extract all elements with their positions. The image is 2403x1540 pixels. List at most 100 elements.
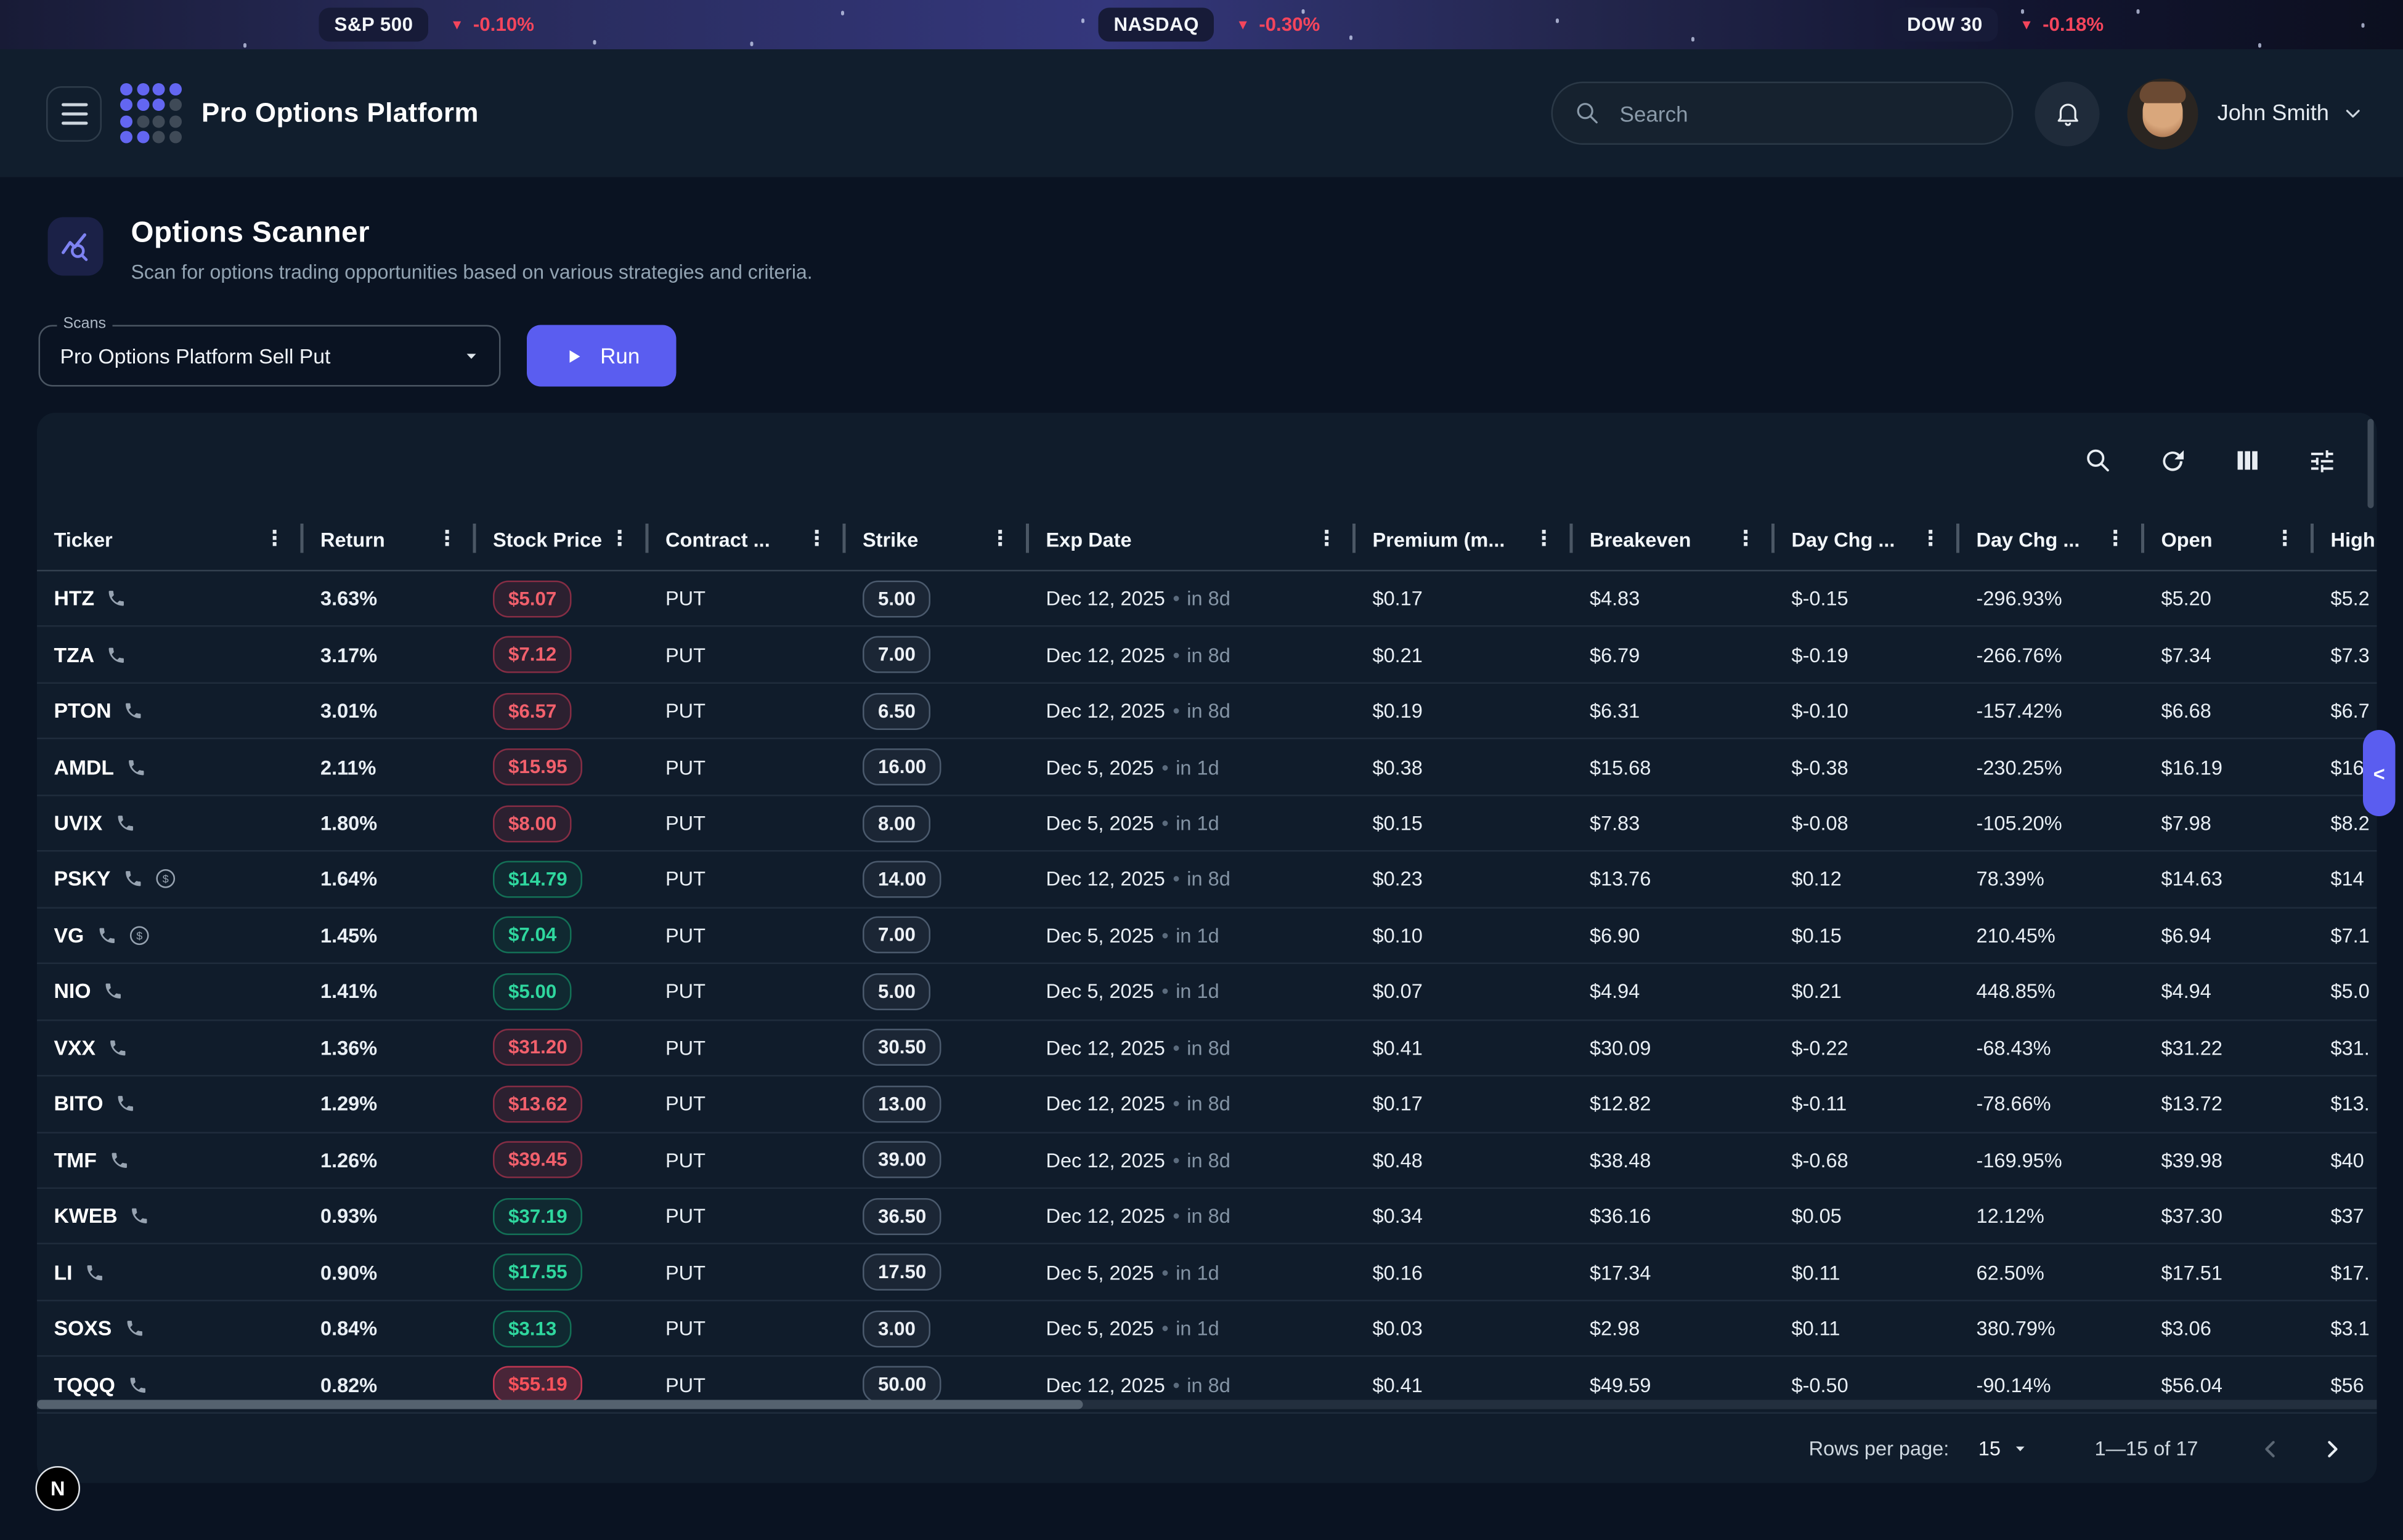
table-row[interactable]: KWEB $ 0.93% $37.19 PUT 36.50 Dec 12, 20… (37, 1189, 2377, 1245)
table-search-button[interactable] (2084, 447, 2112, 474)
results-table-card: Ticker⋮ Return⋮ Stock Price⋮ Contract ..… (37, 413, 2377, 1483)
premium-value: $0.07 (1373, 980, 1423, 1003)
table-row[interactable]: TZA $ 3.17% $7.12 PUT 7.00 Dec 12, 2025i… (37, 628, 2377, 684)
rows-per-page-value: 15 (1978, 1437, 2001, 1461)
phone-icon[interactable] (130, 1206, 150, 1226)
day-chg-cell: $0.05 (1775, 1189, 1959, 1244)
column-header-day-chg[interactable]: Day Chg ...⋮ (1775, 508, 1959, 570)
column-header-open[interactable]: Open⋮ (2144, 508, 2314, 570)
table-row[interactable]: UVIX $ 1.80% $8.00 PUT 8.00 Dec 5, 2025i… (37, 796, 2377, 852)
scans-select[interactable]: Scans Pro Options Platform Sell Put (39, 325, 501, 387)
table-row[interactable]: NIO $ 1.41% $5.00 PUT 5.00 Dec 5, 2025in… (37, 964, 2377, 1020)
table-row[interactable]: AMDL $ 2.11% $15.95 PUT 16.00 Dec 5, 202… (37, 740, 2377, 796)
table-refresh-button[interactable] (2158, 446, 2188, 476)
search-icon (1575, 100, 1601, 127)
phone-icon[interactable] (104, 981, 124, 1002)
phone-icon[interactable] (107, 589, 127, 609)
index-label: S&P 500 (319, 8, 429, 42)
table-row[interactable]: BITO $ 1.29% $13.62 PUT 13.00 Dec 12, 20… (37, 1077, 2377, 1133)
stock-price-pill: $14.79 (493, 861, 583, 898)
phone-icon[interactable] (108, 1038, 128, 1058)
phone-icon[interactable] (123, 869, 143, 890)
table-columns-button[interactable] (2234, 447, 2261, 474)
column-menu-icon[interactable]: ⋮ (437, 529, 458, 549)
contract-type: PUT (665, 699, 705, 723)
phone-icon[interactable] (128, 1374, 148, 1395)
table-row[interactable]: SOXS $ 0.84% $3.13 PUT 3.00 Dec 5, 2025i… (37, 1301, 2377, 1357)
open-cell: $7.98 (2144, 796, 2314, 851)
dollar-circle-icon[interactable]: $ (127, 924, 150, 947)
table-row[interactable]: LI $ 0.90% $17.55 PUT 17.50 Dec 5, 2025i… (37, 1245, 2377, 1301)
ticker-cell: PSKY $ (37, 852, 304, 907)
phone-icon[interactable] (96, 925, 116, 946)
table-filter-button[interactable] (2307, 446, 2337, 476)
phone-icon[interactable] (85, 1262, 105, 1283)
vertical-scrollbar-thumb[interactable] (2368, 419, 2374, 508)
breakeven-cell: $2.98 (1573, 1301, 1775, 1356)
table-row[interactable]: VXX $ 1.36% $31.20 PUT 30.50 Dec 12, 202… (37, 1021, 2377, 1077)
exp-relative: in 1d (1161, 1261, 1219, 1284)
column-header-strike[interactable]: Strike⋮ (846, 508, 1030, 570)
premium-value: $0.21 (1373, 643, 1423, 667)
table-row[interactable]: PSKY $ 1.64% $14.79 PUT 14.00 Dec 12, 20… (37, 852, 2377, 908)
dollar-circle-icon[interactable]: $ (153, 868, 177, 891)
table-row[interactable]: TMF $ 1.26% $39.45 PUT 39.00 Dec 12, 202… (37, 1133, 2377, 1189)
day-chg-value: $0.15 (1792, 924, 1842, 947)
column-menu-icon[interactable]: ⋮ (807, 529, 827, 549)
column-menu-icon[interactable]: ⋮ (2105, 529, 2126, 549)
table-row[interactable]: HTZ $ 3.63% $5.07 PUT 5.00 Dec 12, 2025i… (37, 572, 2377, 628)
column-menu-icon[interactable]: ⋮ (1316, 529, 1337, 549)
search-input[interactable] (1617, 99, 1962, 127)
high-value: $14 (2331, 868, 2364, 891)
run-button[interactable]: Run (527, 325, 677, 387)
table-row[interactable]: VG $ 1.45% $7.04 PUT 7.00 Dec 5, 2025in … (37, 908, 2377, 964)
column-header-exp-date[interactable]: Exp Date⋮ (1029, 508, 1356, 570)
phone-icon[interactable] (124, 701, 144, 721)
column-menu-icon[interactable]: ⋮ (1920, 529, 1941, 549)
return-cell: 3.17% (304, 628, 476, 683)
notifications-button[interactable] (2036, 81, 2100, 145)
contract-type: PUT (665, 924, 705, 947)
horizontal-scrollbar-track[interactable] (37, 1399, 2377, 1409)
column-menu-icon[interactable]: ⋮ (609, 529, 630, 549)
hamburger-menu-button[interactable] (46, 86, 102, 141)
horizontal-scrollbar-thumb[interactable] (37, 1399, 1083, 1409)
premium-cell: $0.19 (1356, 684, 1573, 739)
phone-icon[interactable] (107, 645, 127, 665)
collapse-panel-handle[interactable]: < (2363, 730, 2396, 816)
previous-page-button[interactable] (2257, 1435, 2285, 1462)
user-menu[interactable]: John Smith (2218, 101, 2365, 126)
exp-date: Dec 12, 2025 (1046, 1373, 1165, 1396)
column-header-breakeven[interactable]: Breakeven⋮ (1573, 508, 1775, 570)
table-row[interactable]: PTON $ 3.01% $6.57 PUT 6.50 Dec 12, 2025… (37, 684, 2377, 740)
column-menu-icon[interactable]: ⋮ (1534, 529, 1555, 549)
phone-icon[interactable] (115, 813, 135, 833)
phone-icon[interactable] (124, 1318, 144, 1339)
column-header-contract[interactable]: Contract ...⋮ (649, 508, 846, 570)
next-page-button[interactable] (2319, 1435, 2346, 1462)
column-header-stock-price[interactable]: Stock Price⋮ (476, 508, 649, 570)
day-chg-pct-cell: 210.45% (1959, 908, 2144, 963)
column-header-day-chg-pct[interactable]: Day Chg ...⋮ (1959, 508, 2144, 570)
fab-letter: N (51, 1477, 65, 1501)
rows-per-page-select[interactable]: 15 (1978, 1437, 2028, 1461)
column-header-return[interactable]: Return⋮ (304, 508, 476, 570)
open-value: $14.63 (2161, 868, 2222, 891)
column-menu-icon[interactable]: ⋮ (2274, 529, 2295, 549)
column-header-ticker[interactable]: Ticker⋮ (37, 508, 304, 570)
column-header-high[interactable]: High (2314, 508, 2377, 570)
high-value: $5.0 (2331, 980, 2370, 1003)
column-menu-icon[interactable]: ⋮ (264, 529, 285, 549)
phone-icon[interactable] (116, 1094, 136, 1114)
column-menu-icon[interactable]: ⋮ (1735, 529, 1756, 549)
phone-icon[interactable] (126, 757, 147, 777)
n-floating-button[interactable]: N (36, 1466, 81, 1511)
column-menu-icon[interactable]: ⋮ (990, 529, 1010, 549)
search-bar[interactable] (1552, 82, 2014, 145)
app-root: S&P 500 ▼-0.10% NASDAQ ▼-0.30% DOW 30 ▼-… (0, 0, 2403, 1540)
phone-icon[interactable] (109, 1150, 129, 1170)
strike-pill: 17.50 (863, 1254, 941, 1291)
column-header-premium[interactable]: Premium (m...⋮ (1356, 508, 1573, 570)
high-cell: $7.1 (2314, 908, 2377, 963)
user-avatar[interactable] (2128, 78, 2199, 148)
